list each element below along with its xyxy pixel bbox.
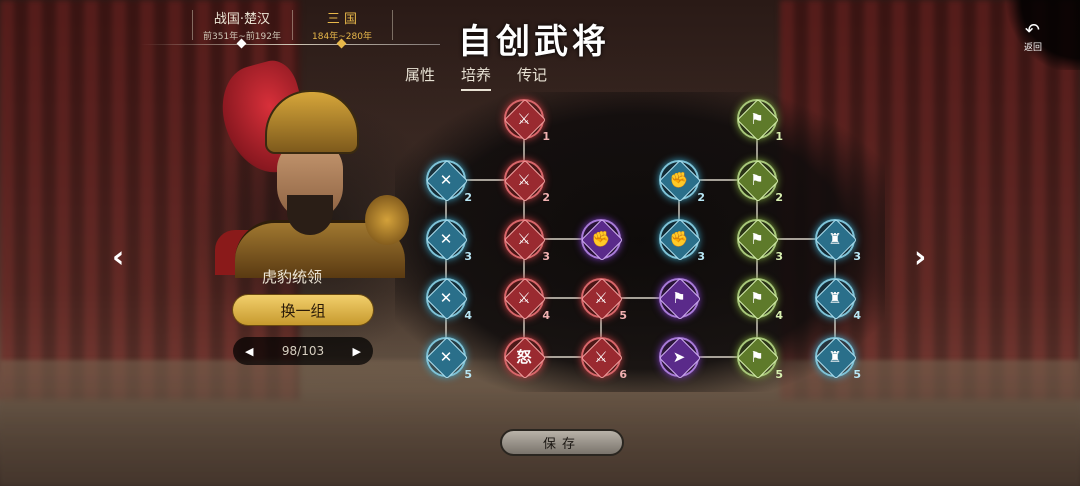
skill-level: 2 (542, 191, 550, 204)
skill-level: 3 (697, 250, 705, 263)
skill-node-r5[interactable]: ⚔ 5 (580, 277, 627, 322)
skill-level: 5 (619, 309, 627, 322)
prev-hero-arrow-icon[interactable]: ‹ (112, 240, 124, 275)
tab-training[interactable]: 培养 (461, 64, 492, 91)
era-timeline (140, 44, 440, 45)
skill-node-rn[interactable]: 怒 (503, 336, 547, 380)
skill-node-f1[interactable]: ✊ 2 (658, 159, 705, 204)
hero-pager: ◀ 98/103 ▶ (233, 337, 373, 365)
skill-level: 5 (464, 368, 472, 381)
double-strike-icon: ✕ (439, 171, 453, 189)
era-name: 三 国 (326, 12, 358, 27)
skill-level: 2 (775, 191, 783, 204)
skill-node-p1[interactable]: ✊ (580, 218, 624, 262)
skill-node-g1[interactable]: ⚑ 1 (736, 98, 783, 143)
skill-node-g2[interactable]: ⚑ 2 (736, 159, 783, 204)
skill-node-r3[interactable]: ⚔ 3 (503, 218, 550, 263)
blade-icon: ⚔ (594, 348, 608, 366)
back-button[interactable]: ↶ 返回 (1000, 0, 1080, 70)
skill-level: 1 (775, 130, 783, 143)
skill-level: 6 (619, 368, 627, 381)
skill-node-r2[interactable]: ⚔ 2 (503, 159, 550, 204)
skill-level: 5 (853, 368, 861, 381)
skill-node-c3[interactable]: ✕ 4 (425, 277, 472, 322)
skill-level: 3 (464, 250, 472, 263)
flag-icon: ⚑ (750, 171, 764, 189)
skill-node-t2[interactable]: ♜ 4 (814, 277, 861, 322)
skill-node-t1[interactable]: ♜ 3 (814, 218, 861, 263)
skill-level: 4 (775, 309, 783, 322)
flag-icon: ⚑ (750, 230, 764, 248)
fist-icon: ✊ (591, 230, 611, 248)
skill-level: 5 (775, 368, 783, 381)
skill-level: 2 (697, 191, 705, 204)
skill-node-g4[interactable]: ⚑ 4 (736, 277, 783, 322)
fist-icon: ✊ (669, 230, 689, 248)
skill-node-g5[interactable]: ⚑ 5 (736, 336, 783, 381)
pager-next-icon[interactable]: ▶ (353, 345, 361, 358)
skill-tree-ink-backdrop (395, 92, 885, 392)
skill-level: 4 (464, 309, 472, 322)
skill-level: 3 (542, 250, 550, 263)
skill-node-f2[interactable]: ✊ 3 (658, 218, 705, 263)
era-tab-warring-states[interactable]: 战国·楚汉 前351年~前192年 (192, 8, 292, 42)
banner-icon: ⚑ (672, 289, 686, 307)
era-tab-three-kingdoms[interactable]: 三 国 184年~280年 (292, 8, 392, 42)
era-name: 战国·楚汉 (213, 12, 271, 27)
blade-icon: ⚔ (517, 110, 531, 128)
skill-node-p3[interactable]: ➤ (658, 336, 702, 380)
flag-icon: ⚑ (750, 348, 764, 366)
era-selector: 战国·楚汉 前351年~前192年 三 国 184年~280年 (140, 8, 440, 49)
troops-icon: ♜ (828, 230, 842, 248)
skill-node-r4[interactable]: ⚔ 4 (503, 277, 550, 322)
save-button[interactable]: 保存 (500, 429, 624, 456)
blade-icon: ⚔ (594, 289, 608, 307)
shoulder-guard (365, 195, 409, 245)
skill-node-c2[interactable]: ✕ 3 (425, 218, 472, 263)
skill-node-r1[interactable]: ⚔ 1 (503, 98, 550, 143)
double-strike-icon: ✕ (439, 230, 453, 248)
skill-node-g3[interactable]: ⚑ 3 (736, 218, 783, 263)
skill-node-r6[interactable]: ⚔ 6 (580, 336, 627, 381)
skill-level: 3 (775, 250, 783, 263)
era-divider (392, 10, 393, 40)
back-arrow-icon: ↶ (1024, 20, 1040, 41)
skill-node-c4[interactable]: ✕ 5 (425, 336, 472, 381)
skill-node-p2[interactable]: ⚑ (658, 277, 702, 321)
skill-level: 1 (542, 130, 550, 143)
page-title: 自创武将 (458, 22, 610, 62)
tab-attributes[interactable]: 属性 (405, 64, 435, 91)
pager-prev-icon[interactable]: ◀ (245, 345, 253, 358)
blade-icon: ⚔ (517, 230, 531, 248)
blade-icon: ⚔ (517, 171, 531, 189)
tab-bar: 属性 培养 传记 (405, 64, 547, 91)
troops-icon: ♜ (828, 348, 842, 366)
double-strike-icon: ✕ (439, 348, 453, 366)
flag-icon: ⚑ (750, 289, 764, 307)
swap-group-button[interactable]: 换一组 (233, 295, 373, 325)
back-label: 返回 (1023, 43, 1042, 53)
skill-level: 4 (542, 309, 550, 322)
hero-name: 虎豹统领 (262, 268, 323, 286)
tab-biography[interactable]: 传记 (517, 64, 547, 91)
skill-node-c1[interactable]: ✕ 2 (425, 159, 472, 204)
rage-icon: 怒 (516, 348, 532, 366)
next-hero-arrow-icon[interactable]: › (914, 240, 926, 275)
skill-level: 3 (853, 250, 861, 263)
blade-icon: ⚔ (517, 289, 531, 307)
fist-icon: ✊ (669, 171, 689, 189)
skill-level: 4 (853, 309, 861, 322)
skill-node-t3[interactable]: ♜ 5 (814, 336, 861, 381)
double-strike-icon: ✕ (439, 289, 453, 307)
charge-icon: ➤ (672, 348, 686, 366)
troops-icon: ♜ (828, 289, 842, 307)
flag-icon: ⚑ (750, 110, 764, 128)
hero-portrait (212, 55, 409, 278)
skill-level: 2 (464, 191, 472, 204)
pager-count: 98/103 (281, 344, 325, 358)
